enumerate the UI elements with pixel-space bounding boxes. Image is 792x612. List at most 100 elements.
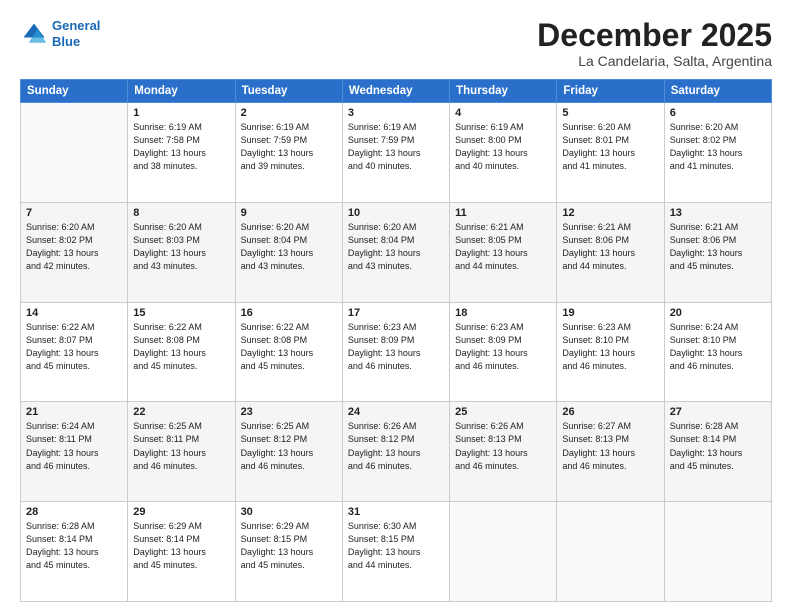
day-info: Sunrise: 6:20 AM Sunset: 8:02 PM Dayligh… (26, 221, 122, 273)
day-info: Sunrise: 6:28 AM Sunset: 8:14 PM Dayligh… (670, 420, 766, 472)
table-row: 22 Sunrise: 6:25 AM Sunset: 8:11 PM Dayli… (128, 402, 235, 502)
day-info: Sunrise: 6:30 AM Sunset: 8:15 PM Dayligh… (348, 520, 444, 572)
table-row: 3 Sunrise: 6:19 AM Sunset: 7:59 PM Daylig… (342, 103, 449, 203)
day-info: Sunrise: 6:29 AM Sunset: 8:15 PM Dayligh… (241, 520, 337, 572)
day-info: Sunrise: 6:25 AM Sunset: 8:12 PM Dayligh… (241, 420, 337, 472)
table-row: 10Sunrise: 6:20 AM Sunset: 8:04 PM Dayli… (342, 202, 449, 302)
day-number: 16 (241, 307, 337, 319)
day-number: 10 (348, 207, 444, 219)
table-row: 28 Sunrise: 6:28 AM Sunset: 8:14 PM Dayli… (21, 502, 128, 602)
day-info: Sunrise: 6:22 AM Sunset: 8:07 PM Dayligh… (26, 321, 122, 373)
day-info: Sunrise: 6:23 AM Sunset: 8:09 PM Dayligh… (348, 321, 444, 373)
logo-line1: General (52, 18, 100, 33)
day-number: 20 (670, 307, 766, 319)
col-thursday: Thursday (450, 80, 557, 103)
day-number: 5 (562, 107, 658, 119)
day-info: Sunrise: 6:19 AM Sunset: 7:58 PM Dayligh… (133, 121, 229, 173)
day-number: 18 (455, 307, 551, 319)
day-info: Sunrise: 6:19 AM Sunset: 8:00 PM Dayligh… (455, 121, 551, 173)
day-number: 31 (348, 506, 444, 518)
table-row: 27 Sunrise: 6:28 AM Sunset: 8:14 PM Dayli… (664, 402, 771, 502)
table-row: 29Sunrise: 6:29 AM Sunset: 8:14 PM Dayli… (128, 502, 235, 602)
table-row: 25Sunrise: 6:26 AM Sunset: 8:13 PM Dayli… (450, 402, 557, 502)
header: General Blue December 2025 La Candelaria… (20, 18, 772, 69)
calendar-table: Sunday Monday Tuesday Wednesday Thursday… (20, 79, 772, 602)
table-row: 15 Sunrise: 6:22 AM Sunset: 8:08 PM Dayli… (128, 302, 235, 402)
table-row: 4 Sunrise: 6:19 AM Sunset: 8:00 PM Daylig… (450, 103, 557, 203)
calendar-week-4: 21 Sunrise: 6:24 AM Sunset: 8:11 PM Dayli… (21, 402, 772, 502)
col-friday: Friday (557, 80, 664, 103)
table-row: 6 Sunrise: 6:20 AM Sunset: 8:02 PM Daylig… (664, 103, 771, 203)
table-row: 8Sunrise: 6:20 AM Sunset: 8:03 PM Daylig… (128, 202, 235, 302)
day-info: Sunrise: 6:28 AM Sunset: 8:14 PM Dayligh… (26, 520, 122, 572)
col-wednesday: Wednesday (342, 80, 449, 103)
day-info: Sunrise: 6:19 AM Sunset: 7:59 PM Dayligh… (241, 121, 337, 173)
day-info: Sunrise: 6:20 AM Sunset: 8:03 PM Dayligh… (133, 221, 229, 273)
day-number: 12 (562, 207, 658, 219)
table-row: 1 Sunrise: 6:19 AM Sunset: 7:58 PM Daylig… (128, 103, 235, 203)
table-row: 21 Sunrise: 6:24 AM Sunset: 8:11 PM Dayli… (21, 402, 128, 502)
table-row: 20 Sunrise: 6:24 AM Sunset: 8:10 PM Dayli… (664, 302, 771, 402)
day-number: 3 (348, 107, 444, 119)
calendar-week-3: 14 Sunrise: 6:22 AM Sunset: 8:07 PM Dayli… (21, 302, 772, 402)
day-info: Sunrise: 6:22 AM Sunset: 8:08 PM Dayligh… (241, 321, 337, 373)
col-saturday: Saturday (664, 80, 771, 103)
table-row: 31 Sunrise: 6:30 AM Sunset: 8:15 PM Dayli… (342, 502, 449, 602)
day-number: 13 (670, 207, 766, 219)
day-number: 17 (348, 307, 444, 319)
table-row: 5 Sunrise: 6:20 AM Sunset: 8:01 PM Daylig… (557, 103, 664, 203)
table-row: 17 Sunrise: 6:23 AM Sunset: 8:09 PM Dayli… (342, 302, 449, 402)
day-number: 7 (26, 207, 122, 219)
logo-icon (20, 20, 48, 48)
day-number: 15 (133, 307, 229, 319)
calendar-week-2: 7 Sunrise: 6:20 AM Sunset: 8:02 PM Daylig… (21, 202, 772, 302)
day-number: 1 (133, 107, 229, 119)
sub-title: La Candelaria, Salta, Argentina (537, 53, 772, 69)
day-number: 11 (455, 207, 551, 219)
day-info: Sunrise: 6:20 AM Sunset: 8:02 PM Dayligh… (670, 121, 766, 173)
day-info: Sunrise: 6:23 AM Sunset: 8:10 PM Dayligh… (562, 321, 658, 373)
table-row: 12 Sunrise: 6:21 AM Sunset: 8:06 PM Dayli… (557, 202, 664, 302)
day-info: Sunrise: 6:26 AM Sunset: 8:12 PM Dayligh… (348, 420, 444, 472)
day-info: Sunrise: 6:21 AM Sunset: 8:05 PM Dayligh… (455, 221, 551, 273)
main-title: December 2025 (537, 18, 772, 53)
day-number: 6 (670, 107, 766, 119)
day-info: Sunrise: 6:24 AM Sunset: 8:11 PM Dayligh… (26, 420, 122, 472)
day-number: 22 (133, 406, 229, 418)
title-block: December 2025 La Candelaria, Salta, Arge… (537, 18, 772, 69)
day-number: 21 (26, 406, 122, 418)
day-number: 30 (241, 506, 337, 518)
table-row (450, 502, 557, 602)
col-tuesday: Tuesday (235, 80, 342, 103)
col-monday: Monday (128, 80, 235, 103)
day-number: 24 (348, 406, 444, 418)
day-info: Sunrise: 6:25 AM Sunset: 8:11 PM Dayligh… (133, 420, 229, 472)
table-row: 30 Sunrise: 6:29 AM Sunset: 8:15 PM Dayli… (235, 502, 342, 602)
day-number: 4 (455, 107, 551, 119)
day-info: Sunrise: 6:21 AM Sunset: 8:06 PM Dayligh… (562, 221, 658, 273)
day-info: Sunrise: 6:22 AM Sunset: 8:08 PM Dayligh… (133, 321, 229, 373)
day-number: 9 (241, 207, 337, 219)
day-info: Sunrise: 6:27 AM Sunset: 8:13 PM Dayligh… (562, 420, 658, 472)
day-number: 28 (26, 506, 122, 518)
page: General Blue December 2025 La Candelaria… (0, 0, 792, 612)
day-info: Sunrise: 6:23 AM Sunset: 8:09 PM Dayligh… (455, 321, 551, 373)
table-row: 2Sunrise: 6:19 AM Sunset: 7:59 PM Daylig… (235, 103, 342, 203)
day-info: Sunrise: 6:24 AM Sunset: 8:10 PM Dayligh… (670, 321, 766, 373)
day-info: Sunrise: 6:26 AM Sunset: 8:13 PM Dayligh… (455, 420, 551, 472)
calendar-week-5: 28 Sunrise: 6:28 AM Sunset: 8:14 PM Dayli… (21, 502, 772, 602)
table-row: 24 Sunrise: 6:26 AM Sunset: 8:12 PM Dayli… (342, 402, 449, 502)
col-sunday: Sunday (21, 80, 128, 103)
logo-line2: Blue (52, 34, 80, 49)
table-row: 18 Sunrise: 6:23 AM Sunset: 8:09 PM Dayli… (450, 302, 557, 402)
day-number: 14 (26, 307, 122, 319)
table-row: 11 Sunrise: 6:21 AM Sunset: 8:05 PM Dayli… (450, 202, 557, 302)
day-number: 27 (670, 406, 766, 418)
day-info: Sunrise: 6:20 AM Sunset: 8:01 PM Dayligh… (562, 121, 658, 173)
day-number: 29 (133, 506, 229, 518)
logo-text: General Blue (52, 18, 100, 49)
day-info: Sunrise: 6:19 AM Sunset: 7:59 PM Dayligh… (348, 121, 444, 173)
table-row (664, 502, 771, 602)
table-row (557, 502, 664, 602)
day-info: Sunrise: 6:21 AM Sunset: 8:06 PM Dayligh… (670, 221, 766, 273)
